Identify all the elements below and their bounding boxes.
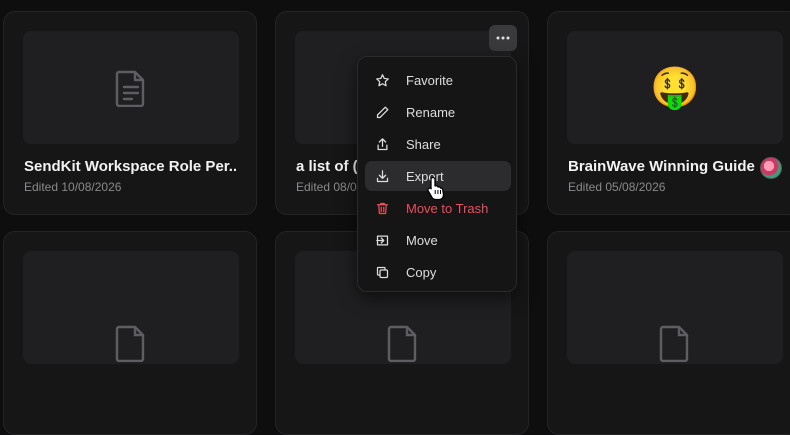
menu-item-label: Move [406, 232, 438, 248]
card-edited-date: Edited 05/08/2026 [568, 180, 666, 194]
document-icon [115, 70, 145, 107]
document-card[interactable]: 🤑 BrainWave Winning Guide Edited 05/08/2… [547, 11, 790, 215]
menu-item-label: Move to Trash [406, 200, 489, 216]
menu-item-label: Rename [406, 104, 456, 120]
menu-item-favorite[interactable]: Favorite [365, 65, 511, 95]
menu-item-label: Favorite [406, 72, 453, 88]
hand-cursor-icon [427, 176, 445, 201]
menu-item-share[interactable]: Share [365, 129, 511, 159]
document-icon [387, 325, 417, 362]
menu-item-move[interactable]: Move [365, 225, 511, 255]
money-mouth-emoji-icon: 🤑 [650, 65, 700, 110]
move-icon [375, 235, 388, 245]
menu-item-label: Copy [406, 264, 437, 280]
document-card[interactable] [547, 231, 790, 435]
menu-item-rename[interactable]: Rename [365, 97, 511, 127]
avatar [760, 157, 782, 179]
card-thumbnail [567, 251, 783, 364]
star-icon [375, 73, 389, 86]
menu-item-label: Share [406, 136, 441, 152]
context-menu: Favorite Rename Share Export Move to Tra… [357, 56, 517, 292]
document-card[interactable] [3, 231, 257, 435]
card-edited-date: Edited 10/08/2026 [24, 180, 122, 194]
card-thumbnail: 🤑 [567, 31, 783, 144]
card-edited-date: Edited 08/0 [296, 180, 357, 194]
more-options-button[interactable] [489, 25, 517, 51]
card-thumbnail [23, 251, 239, 364]
card-title: SendKit Workspace Role Per... [24, 158, 236, 175]
share-icon [377, 137, 387, 150]
pencil-icon [376, 106, 388, 118]
document-icon [115, 325, 145, 362]
menu-item-copy[interactable]: Copy [365, 257, 511, 287]
document-card[interactable]: SendKit Workspace Role Per... Edited 10/… [3, 11, 257, 215]
more-horizontal-icon [496, 36, 510, 40]
card-title: BrainWave Winning Guide [568, 158, 755, 175]
card-thumbnail [23, 31, 239, 144]
trash-icon [376, 202, 388, 214]
download-icon [376, 169, 388, 182]
document-icon [659, 325, 689, 362]
copy-icon [376, 266, 388, 278]
